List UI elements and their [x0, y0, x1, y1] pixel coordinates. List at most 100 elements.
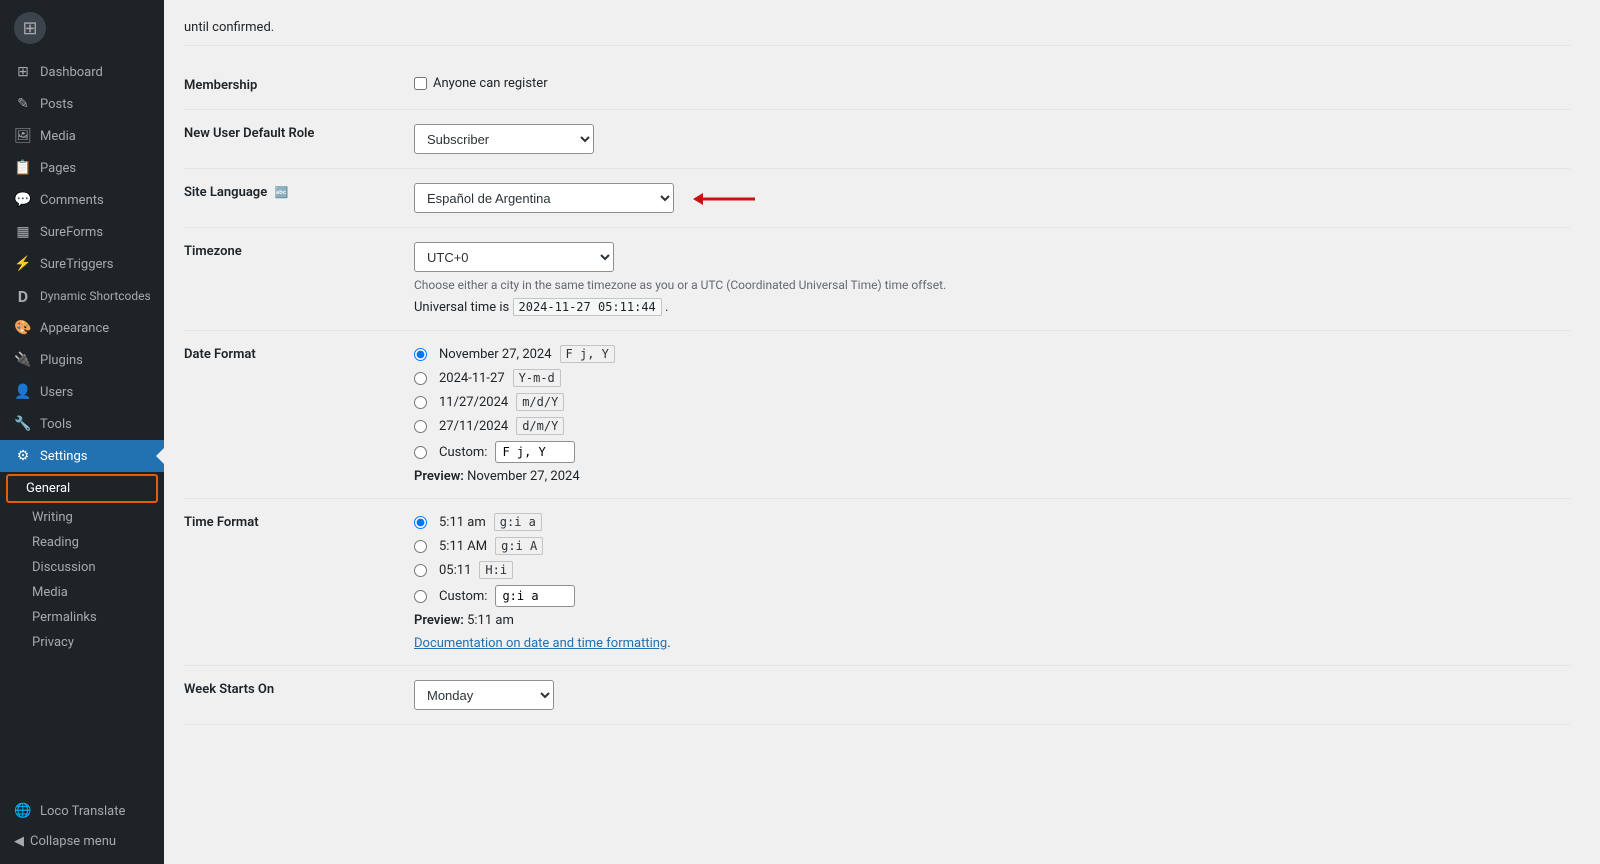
sidebar-item-settings[interactable]: ⚙ Settings	[0, 440, 164, 472]
sureforms-icon: ▦	[14, 223, 32, 241]
submenu-item-privacy[interactable]: Privacy	[0, 630, 164, 655]
date-format-code-0: F j, Y	[560, 345, 615, 363]
sidebar-item-comments[interactable]: 💬 Comments	[0, 184, 164, 216]
time-format-label: Time Format	[184, 499, 404, 666]
submenu-item-media[interactable]: Media	[0, 580, 164, 605]
date-format-option-1: 2024-11-27 Y-m-d	[414, 369, 1560, 387]
users-icon: 👤	[14, 383, 32, 401]
membership-checkbox-label[interactable]: Anyone can register	[414, 76, 1560, 91]
plugins-icon: 🔌	[14, 351, 32, 369]
dynamic-shortcodes-icon: D	[14, 287, 32, 305]
settings-icon: ⚙	[14, 447, 32, 465]
time-format-label-1: 5:11 AM	[439, 539, 487, 554]
time-format-radio-custom[interactable]	[414, 590, 427, 603]
new-user-default-role-label: New User Default Role	[184, 110, 404, 169]
new-user-default-role-row: New User Default Role Subscriber Contrib…	[184, 110, 1570, 169]
sidebar-item-suretriggers[interactable]: ⚡ SureTriggers	[0, 248, 164, 280]
main-content: until confirmed. Membership Anyone can r…	[164, 0, 1600, 864]
settings-submenu: General Writing Reading Discussion Media…	[0, 472, 164, 655]
wp-logo-area: ⊞	[0, 0, 164, 56]
time-format-option-1: 5:11 AM g:i A	[414, 537, 1560, 555]
timezone-value: UTC+0 UTC-5 UTC+1 Choose either a city i…	[404, 228, 1570, 331]
time-format-radio-2[interactable]	[414, 564, 427, 577]
date-format-code-2: m/d/Y	[516, 393, 564, 411]
time-format-doc-link-container: Documentation on date and time formattin…	[414, 636, 1560, 651]
time-format-row: Time Format 5:11 am g:i a 5:11 AM g:i A …	[184, 499, 1570, 666]
week-starts-on-value: Monday Sunday Saturday	[404, 666, 1570, 725]
truncated-top-text: until confirmed.	[184, 20, 1570, 46]
sidebar-item-dashboard[interactable]: ⊞ Dashboard	[0, 56, 164, 88]
submenu-item-reading[interactable]: Reading	[0, 530, 164, 555]
date-format-row: Date Format November 27, 2024 F j, Y 202…	[184, 331, 1570, 499]
timezone-hint: Choose either a city in the same timezon…	[414, 278, 1560, 292]
time-format-label-custom: Custom:	[439, 589, 487, 604]
wp-logo-icon: ⊞	[14, 12, 46, 44]
sidebar-item-plugins[interactable]: 🔌 Plugins	[0, 344, 164, 376]
date-format-custom-input[interactable]	[495, 441, 575, 463]
date-format-radio-2[interactable]	[414, 396, 427, 409]
week-starts-on-select[interactable]: Monday Sunday Saturday	[414, 680, 554, 710]
date-format-radio-0[interactable]	[414, 348, 427, 361]
sidebar-item-appearance[interactable]: 🎨 Appearance	[0, 312, 164, 344]
submenu-item-discussion[interactable]: Discussion	[0, 555, 164, 580]
date-format-label-1: 2024-11-27	[439, 371, 505, 386]
submenu-item-writing[interactable]: Writing	[0, 505, 164, 530]
site-language-label: Site Language 🔤	[184, 169, 404, 228]
time-format-custom-input[interactable]	[495, 585, 575, 607]
media-icon: 🖼	[14, 127, 32, 145]
membership-value: Anyone can register	[404, 62, 1570, 110]
sidebar-item-users[interactable]: 👤 Users	[0, 376, 164, 408]
pages-icon: 📋	[14, 159, 32, 177]
timezone-label: Timezone	[184, 228, 404, 331]
doc-link[interactable]: Documentation on date and time formattin…	[414, 636, 667, 651]
week-starts-on-label: Week Starts On	[184, 666, 404, 725]
date-format-label-2: 11/27/2024	[439, 395, 508, 410]
sidebar-item-loco-translate[interactable]: 🌐 Loco Translate	[0, 795, 164, 827]
red-arrow-svg	[685, 187, 765, 211]
language-settings-icon: 🔤	[274, 186, 288, 199]
membership-label: Membership	[184, 62, 404, 110]
time-format-option-custom: Custom:	[414, 585, 1560, 607]
new-user-default-role-value: Subscriber Contributor Author Editor Adm…	[404, 110, 1570, 169]
time-format-label-0: 5:11 am	[439, 515, 486, 530]
sidebar-item-posts[interactable]: ✎ Posts	[0, 88, 164, 120]
date-format-radio-3[interactable]	[414, 420, 427, 433]
sidebar-item-sureforms[interactable]: ▦ SureForms	[0, 216, 164, 248]
tools-icon: 🔧	[14, 415, 32, 433]
time-format-value: 5:11 am g:i a 5:11 AM g:i A 05:11 H:i Cu…	[404, 499, 1570, 666]
suretriggers-icon: ⚡	[14, 255, 32, 273]
membership-checkbox[interactable]	[414, 77, 427, 90]
submenu-item-permalinks[interactable]: Permalinks	[0, 605, 164, 630]
sidebar-item-dynamic-shortcodes[interactable]: D Dynamic Shortcodes	[0, 280, 164, 312]
time-format-option-2: 05:11 H:i	[414, 561, 1560, 579]
sidebar-item-media[interactable]: 🖼 Media	[0, 120, 164, 152]
sidebar: ⊞ ⊞ Dashboard ✎ Posts 🖼 Media 📋 Pages 💬 …	[0, 0, 164, 864]
general-highlight-box: General	[6, 474, 158, 503]
date-format-value: November 27, 2024 F j, Y 2024-11-27 Y-m-…	[404, 331, 1570, 499]
time-format-radio-0[interactable]	[414, 516, 427, 529]
time-format-code-2: H:i	[479, 561, 513, 579]
collapse-icon: ◀	[14, 834, 24, 849]
utc-time-value: 2024-11-27 05:11:44	[513, 298, 662, 316]
new-user-default-role-select[interactable]: Subscriber Contributor Author Editor Adm…	[414, 124, 594, 154]
time-format-preview: Preview: 5:11 am	[414, 613, 1560, 628]
timezone-select[interactable]: UTC+0 UTC-5 UTC+1	[414, 242, 614, 272]
date-format-option-3: 27/11/2024 d/m/Y	[414, 417, 1560, 435]
date-format-option-custom: Custom:	[414, 441, 1560, 463]
sidebar-item-pages[interactable]: 📋 Pages	[0, 152, 164, 184]
sidebar-item-tools[interactable]: 🔧 Tools	[0, 408, 164, 440]
collapse-menu-button[interactable]: ◀ Collapse menu	[0, 827, 164, 856]
date-format-option-0: November 27, 2024 F j, Y	[414, 345, 1560, 363]
date-format-code-1: Y-m-d	[513, 369, 561, 387]
site-language-value: Español de Argentina English (United Sta…	[404, 169, 1570, 228]
timezone-row: Timezone UTC+0 UTC-5 UTC+1 Choose either…	[184, 228, 1570, 331]
date-format-radio-custom[interactable]	[414, 446, 427, 459]
time-format-radio-1[interactable]	[414, 540, 427, 553]
date-format-label-3: 27/11/2024	[439, 419, 508, 434]
time-format-label-2: 05:11	[439, 563, 471, 578]
universal-time-display: Universal time is 2024-11-27 05:11:44 .	[414, 298, 1560, 316]
submenu-item-general[interactable]: General	[8, 476, 156, 501]
date-format-radio-1[interactable]	[414, 372, 427, 385]
site-language-select[interactable]: Español de Argentina English (United Sta…	[414, 183, 674, 213]
time-format-code-0: g:i a	[494, 513, 542, 531]
